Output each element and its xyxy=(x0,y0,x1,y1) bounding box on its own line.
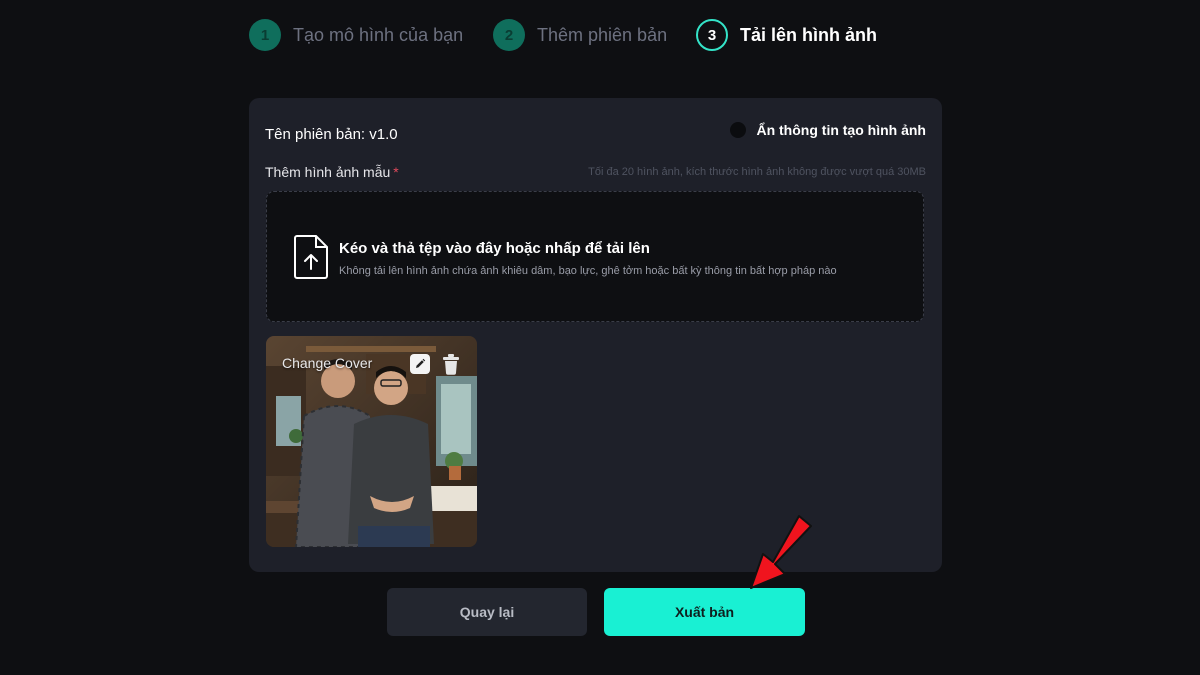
required-mark: * xyxy=(393,164,399,180)
step-number-2: 2 xyxy=(493,19,525,51)
hide-generation-info-label: Ẩn thông tin tạo hình ảnh xyxy=(756,122,926,138)
step-number-1: 1 xyxy=(249,19,281,51)
file-upload-icon xyxy=(294,235,328,279)
hide-generation-info-toggle[interactable]: Ẩn thông tin tạo hình ảnh xyxy=(730,122,926,138)
upload-card: Tên phiên bản: v1.0 Ẩn thông tin tạo hìn… xyxy=(249,98,942,572)
dropzone-title: Kéo và thả tệp vào đây hoặc nhấp để tải … xyxy=(339,240,650,257)
pencil-icon xyxy=(416,358,426,368)
version-name: Tên phiên bản: v1.0 xyxy=(265,126,398,143)
upload-limit-hint: Tối đa 20 hình ảnh, kích thước hình ảnh … xyxy=(588,166,926,178)
step-number-3: 3 xyxy=(696,19,728,51)
uploaded-image-thumbnail[interactable]: Change Cover xyxy=(266,336,477,547)
file-dropzone[interactable]: Kéo và thả tệp vào đây hoặc nhấp để tải … xyxy=(266,191,924,322)
edit-image-button[interactable] xyxy=(410,354,430,374)
step-label-upload-images: Tải lên hình ảnh xyxy=(740,24,878,45)
step-label-create-model: Tạo mô hình của bạn xyxy=(293,24,464,45)
dropzone-note: Không tải lên hình ảnh chứa ảnh khiêu dâ… xyxy=(339,265,837,277)
step-label-add-version: Thêm phiên bản xyxy=(537,24,668,45)
radio-button[interactable] xyxy=(730,122,747,138)
publish-button[interactable]: Xuất bản xyxy=(604,588,805,636)
back-button[interactable]: Quay lại xyxy=(387,588,587,636)
sample-images-label: Thêm hình ảnh mẫu * xyxy=(265,164,399,180)
annotation-arrow-icon xyxy=(750,515,812,589)
step-create-model: 1 Tạo mô hình của bạn xyxy=(249,18,463,52)
change-cover-button[interactable]: Change Cover xyxy=(282,355,372,371)
sample-images-label-text: Thêm hình ảnh mẫu xyxy=(265,164,391,180)
step-add-version: 2 Thêm phiên bản xyxy=(493,18,667,52)
step-upload-images: 3 Tải lên hình ảnh xyxy=(696,18,877,52)
progress-stepper: 1 Tạo mô hình của bạn 2 Thêm phiên bản 3… xyxy=(249,18,909,52)
trash-icon[interactable] xyxy=(441,353,461,375)
